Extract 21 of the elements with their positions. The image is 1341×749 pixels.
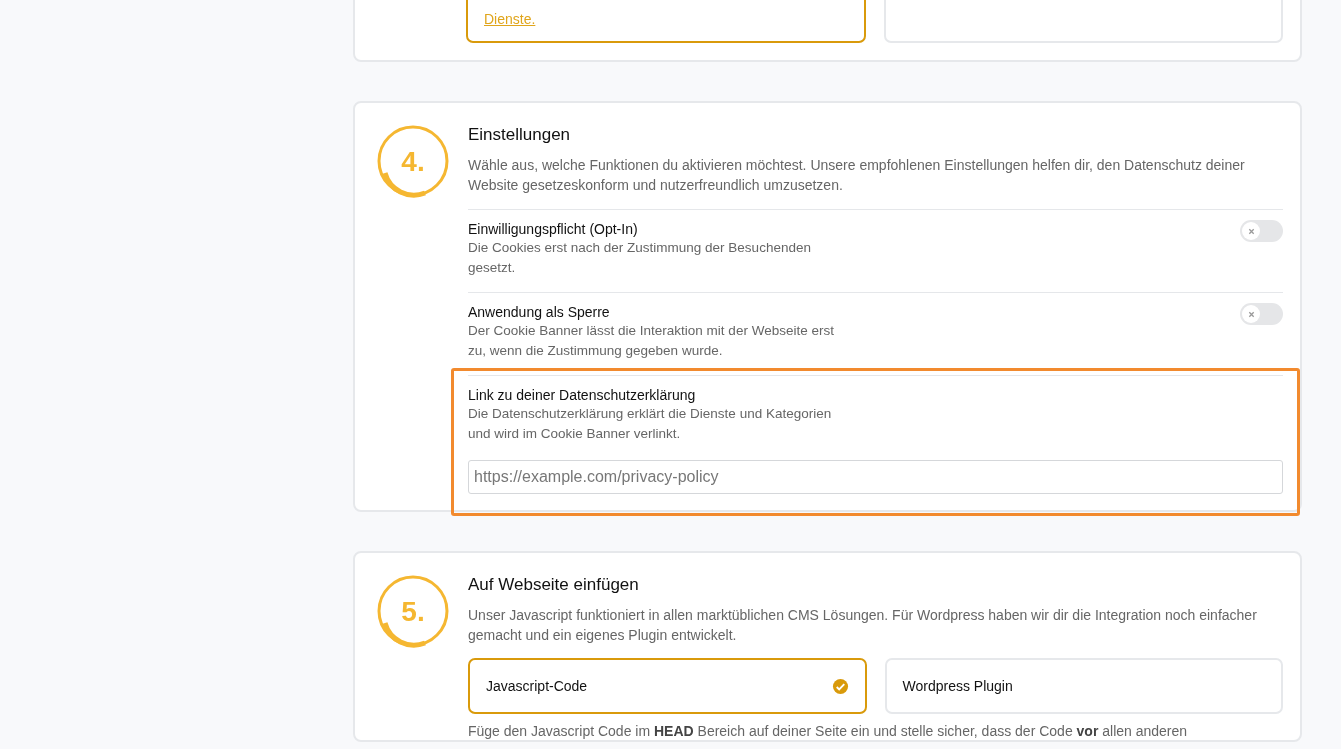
toggle-switch[interactable] [1240,220,1283,242]
option-card[interactable]: Wordpress Plugin [884,658,1283,714]
close-icon [1247,227,1255,235]
option-card[interactable]: Javascript-Code [468,658,867,714]
url-input-field[interactable]: https://example.com/privacy-policy [468,460,1283,494]
step-number-badge: 5. [375,573,451,649]
checkmark-icon [831,677,849,695]
section-title: Einstellungen [468,125,572,145]
instructions-text: Füge den Javascript Code im HEAD Bereich auf deiner Seite ein und stelle sicher, dass der Code vor allen anderen [468,722,1189,740]
setting-description: Die Datenschutzerklärung erklärt die Dienste und Kategorien und wird im Cookie Banner verlinkt. [468,405,833,443]
setting-description: Die Cookies erst nach der Zustimmung der Besuchenden gesetzt. [468,239,812,277]
section-description: Wähle aus, welche Funktionen du aktivieren möchtest. Unsere empfohlenen Einstellungen helfen dir, den Datenschutz deiner Website gesetzeskonform und nutzerfreundlich umzusetzen. [468,156,1246,195]
setting-label: Anwendung als Sperre [468,303,611,321]
setting-description: Der Cookie Banner lässt die Interaktion mit der Webseite erst zu, wenn die Zustimmung gegeben wurde. [468,322,835,360]
close-icon [1247,310,1255,318]
section-description: Unser Javascript funktioniert in allen marktüblichen CMS Lösungen. Für Wordpress haben wir dir die Integration noch einfacher gemacht und ein eigenes Plugin entwickelt. [468,606,1258,645]
section-title: Auf Webseite einfügen [468,575,640,595]
step-number-badge: 4. [375,123,451,199]
toggle-switch[interactable] [1240,303,1283,325]
setting-label: Link zu deiner Datenschutzerklärung [468,386,697,404]
setting-label: Einwilligungspflicht (Opt-In) [468,220,639,238]
